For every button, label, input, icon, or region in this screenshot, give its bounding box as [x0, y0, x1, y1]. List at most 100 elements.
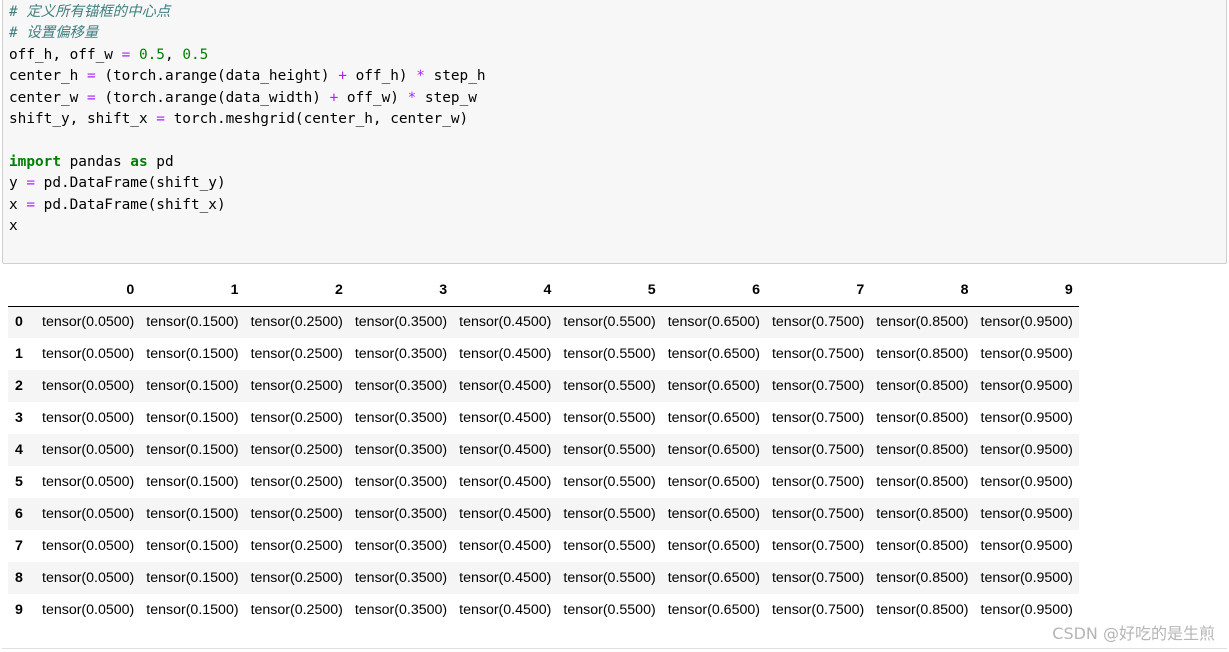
code-editor[interactable]: # 定义所有锚框的中心点 # 设置偏移量 off_h, off_w = 0.5, 0… — [9, 2, 486, 237]
table-cell: tensor(0.7500) — [771, 442, 865, 458]
table-cell: tensor(0.1500) — [146, 442, 239, 458]
table-cell: tensor(0.8500) — [876, 602, 969, 618]
table-cell: tensor(0.0500) — [42, 442, 135, 458]
code-line: center_w = (torch.arange(data_width) + o… — [9, 88, 486, 109]
code-token: (torch.arange(data_height) — [95, 68, 339, 85]
column-header: 5 — [557, 274, 662, 307]
table-cell: tensor(0.4500) — [459, 602, 552, 618]
code-token: as — [130, 153, 148, 170]
table-row: 1 tensor(0.0500) tensor(0.1500) tensor(0.25… — [8, 338, 1079, 370]
table-cell: tensor(0.1500) — [146, 602, 239, 618]
table-row: 8 tensor(0.0500) tensor(0.1500) tensor(0.25… — [8, 562, 1079, 594]
table-cell: tensor(0.6500) — [667, 570, 760, 586]
code-token: pd — [147, 153, 174, 170]
row-index: 0 — [15, 314, 23, 331]
table-cell: tensor(0.0500) — [42, 538, 135, 554]
code-line: y = pd.DataFrame(shift_y) — [9, 173, 486, 194]
table-cell: tensor(0.4500) — [459, 346, 552, 362]
table-cell: tensor(0.7500) — [771, 506, 865, 522]
table-cell: tensor(0.2500) — [250, 378, 343, 394]
table-cell: tensor(0.0500) — [42, 474, 135, 490]
code-cell[interactable]: # 定义所有锚框的中心点 # 设置偏移量 off_h, off_w = 0.5, 0… — [2, 0, 1227, 264]
row-index: 2 — [15, 378, 23, 394]
table-cell: tensor(0.1500) — [146, 378, 239, 394]
output-area: 0123456789 0 tensor(0.0500) tensor(0.1500)… — [8, 274, 1079, 626]
table-cell: tensor(0.4500) — [459, 506, 552, 522]
code-token: = — [121, 46, 131, 63]
table-row: 3 tensor(0.0500) tensor(0.1500) tensor(0.25… — [8, 402, 1079, 434]
code-line: x = pd.DataFrame(shift_x) — [9, 195, 486, 216]
column-header: 9 — [974, 274, 1079, 307]
row-index: 7 — [15, 538, 23, 554]
table-cell: tensor(0.0500) — [42, 410, 135, 426]
table-cell: tensor(0.9500) — [980, 378, 1073, 394]
column-header: 8 — [870, 274, 975, 307]
table-row: 6 tensor(0.0500) tensor(0.1500) tensor(0.25… — [8, 498, 1079, 530]
code-token: x — [9, 217, 18, 234]
table-cell: tensor(0.0500) — [42, 346, 135, 362]
table-cell: tensor(0.3500) — [354, 314, 448, 331]
table-cell: tensor(0.7500) — [771, 570, 865, 586]
column-header: 7 — [765, 274, 871, 307]
table-row: 7 tensor(0.0500) tensor(0.1500) tensor(0.25… — [8, 530, 1079, 562]
table-cell: tensor(0.2500) — [250, 314, 343, 331]
code-token: x — [9, 196, 27, 213]
table-cell: tensor(0.5500) — [563, 314, 656, 331]
code-token: 0.5 — [182, 46, 209, 63]
column-header: 6 — [661, 274, 766, 307]
table-cell: tensor(0.5500) — [563, 378, 656, 394]
table-cell: tensor(0.9500) — [980, 506, 1073, 522]
cell-divider — [2, 648, 1227, 649]
table-cell: tensor(0.4500) — [459, 570, 552, 586]
table-cell: tensor(0.2500) — [250, 346, 343, 362]
table-cell: tensor(0.0500) — [42, 378, 135, 394]
table-cell: tensor(0.4500) — [459, 314, 552, 331]
code-token: step_h — [424, 68, 486, 85]
table-cell: tensor(0.5500) — [563, 474, 656, 490]
table-cell: tensor(0.1500) — [146, 506, 239, 522]
table-cell: tensor(0.2500) — [250, 570, 343, 586]
table-cell: tensor(0.7500) — [771, 538, 865, 554]
table-cell: tensor(0.1500) — [146, 314, 239, 331]
column-header: 1 — [140, 274, 245, 307]
table-cell: tensor(0.0500) — [42, 602, 135, 618]
row-index: 5 — [15, 474, 23, 490]
table-cell: tensor(0.9500) — [980, 474, 1073, 490]
row-index: 9 — [15, 602, 23, 618]
table-cell: tensor(0.8500) — [876, 314, 969, 331]
table-cell: tensor(0.6500) — [667, 538, 760, 554]
code-token: center_w — [9, 89, 87, 106]
table-cell: tensor(0.8500) — [876, 442, 969, 458]
table-cell: tensor(0.2500) — [250, 442, 343, 458]
table-cell: tensor(0.2500) — [250, 538, 343, 554]
table-cell: tensor(0.3500) — [354, 602, 448, 618]
table-cell: tensor(0.9500) — [980, 314, 1073, 331]
column-header: 4 — [453, 274, 558, 307]
table-row: 5 tensor(0.0500) tensor(0.1500) tensor(0.25… — [8, 466, 1079, 498]
table-cell: tensor(0.2500) — [250, 410, 343, 426]
code-line: shift_y, shift_x = torch.meshgrid(center… — [9, 109, 486, 130]
code-token: , — [164, 46, 183, 63]
table-cell: tensor(0.7500) — [771, 602, 865, 618]
table-cell: tensor(0.7500) — [771, 378, 865, 394]
table-cell: tensor(0.5500) — [563, 442, 656, 458]
table-cell: tensor(0.7500) — [771, 410, 865, 426]
table-cell: tensor(0.8500) — [876, 474, 969, 490]
code-token: pd.DataFrame(shift_y) — [35, 175, 226, 192]
index-header — [8, 274, 36, 307]
table-cell: tensor(0.3500) — [354, 378, 448, 394]
row-index: 8 — [15, 570, 23, 586]
table-cell: tensor(0.2500) — [250, 602, 343, 618]
table-cell: tensor(0.9500) — [980, 410, 1073, 426]
code-token: + — [329, 89, 339, 106]
table-cell: tensor(0.7500) — [771, 474, 865, 490]
code-token: center_h — [9, 68, 87, 85]
header-row: 0123456789 — [8, 274, 1079, 307]
table-cell: tensor(0.3500) — [354, 442, 448, 458]
code-token: + — [338, 68, 347, 85]
table-row: 4 tensor(0.0500) tensor(0.1500) tensor(0.25… — [8, 434, 1079, 466]
row-index: 3 — [15, 410, 23, 426]
table-cell: tensor(0.6500) — [667, 474, 760, 490]
table-cell: tensor(0.6500) — [667, 314, 760, 331]
